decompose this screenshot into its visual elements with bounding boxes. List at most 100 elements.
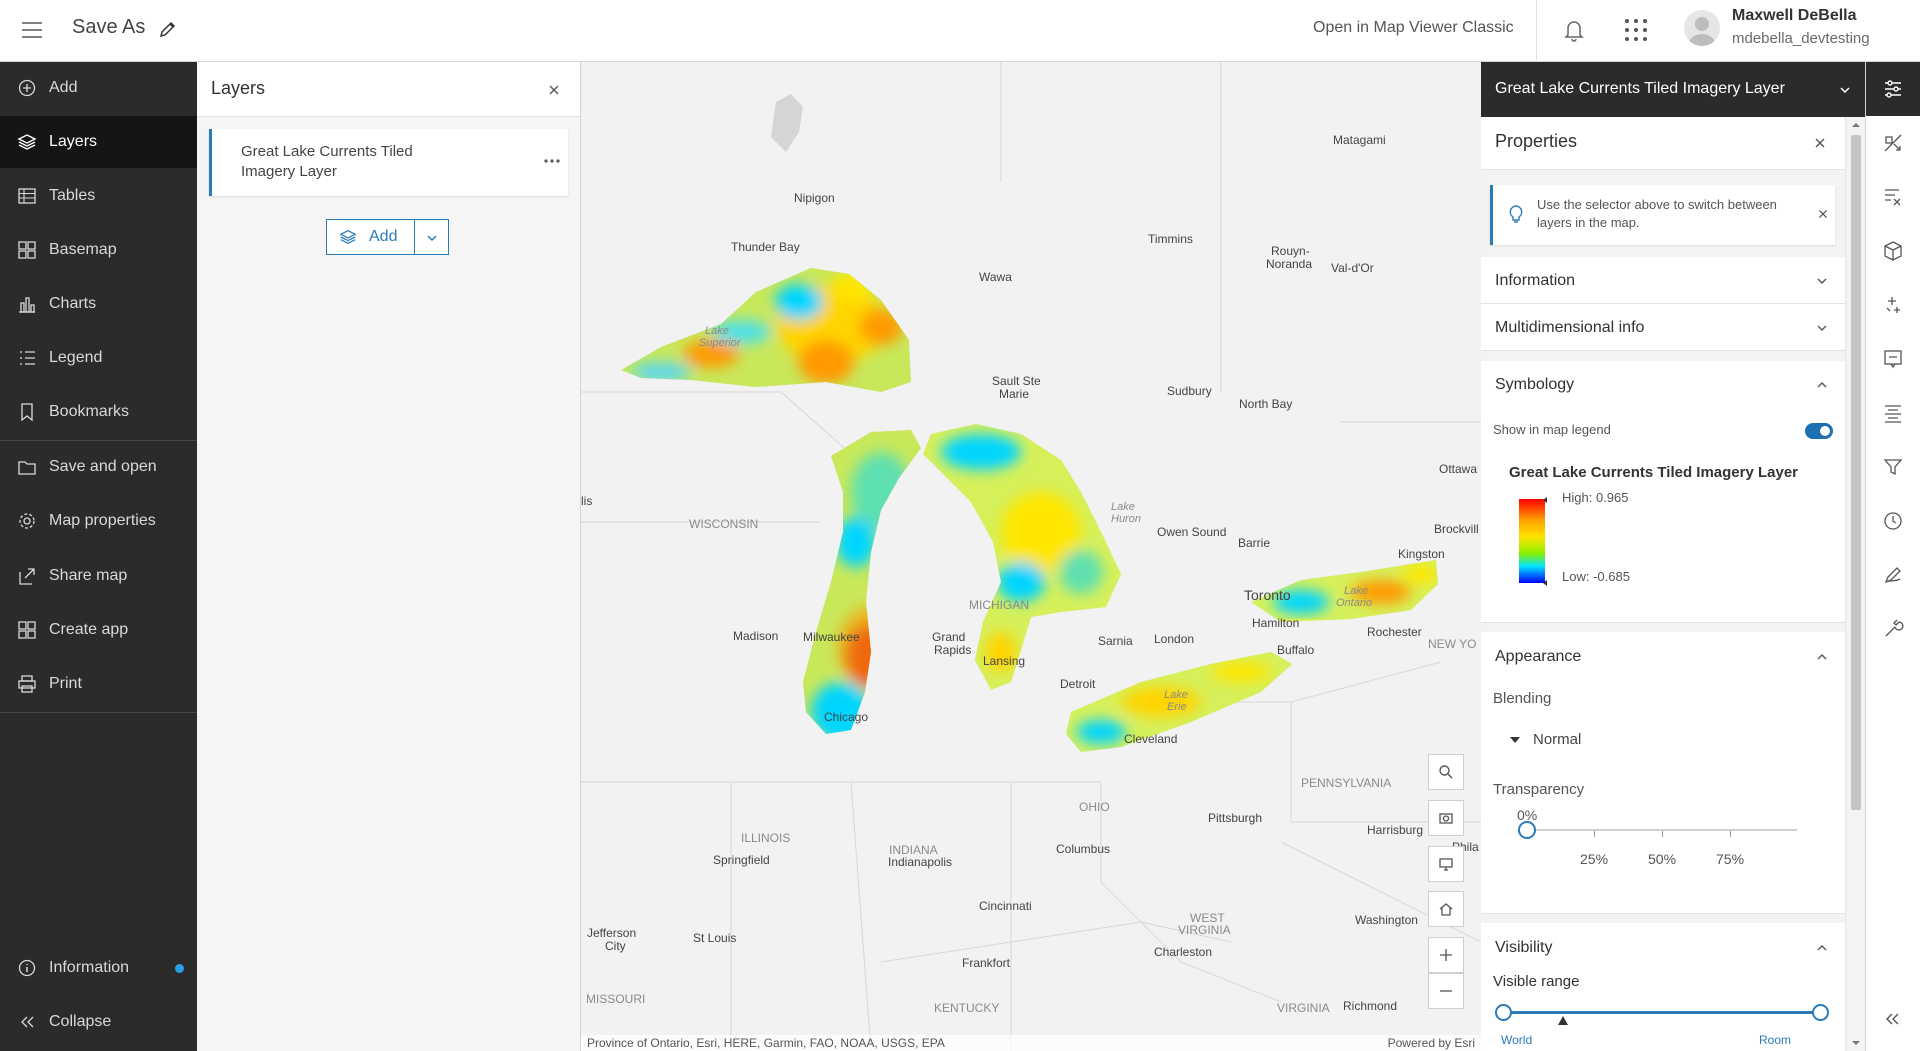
nav-item-charts[interactable]: Charts <box>0 278 197 330</box>
range-min-thumb[interactable] <box>1495 1004 1512 1021</box>
nav-item-create-app[interactable]: Create app <box>0 604 197 656</box>
capture-button[interactable] <box>1428 800 1464 836</box>
bookmark-icon <box>21 403 33 422</box>
map-label: Ottawa <box>1439 462 1477 476</box>
app-launcher-icon[interactable] <box>1622 16 1650 44</box>
blending-select[interactable]: Normal <box>1509 728 1809 758</box>
effects-tool[interactable] <box>1866 278 1920 332</box>
settings-toolbar <box>1865 62 1920 1051</box>
map-view[interactable]: Matagami Nipigon Thunder Bay Timmins Rou… <box>581 62 1481 1051</box>
nav-divider <box>0 712 197 713</box>
collapse-button[interactable]: Collapse <box>0 996 197 1048</box>
map-label: Matagami <box>1333 133 1386 147</box>
nav-item-add[interactable]: Add <box>0 62 197 114</box>
map-label: Columbus <box>1056 842 1110 856</box>
nav-label: Tables <box>49 187 96 204</box>
chevron-up-icon[interactable] <box>1815 378 1829 392</box>
nav-item-tables[interactable]: Tables <box>0 170 197 222</box>
user-name[interactable]: Maxwell DeBella <box>1732 7 1857 25</box>
nav-label: Share map <box>49 567 128 584</box>
section-title: Information <box>1495 272 1576 289</box>
measure-tool[interactable] <box>1866 602 1920 656</box>
layer-selector[interactable]: Great Lake Currents Tiled Imagery Layer <box>1481 62 1865 117</box>
nav-item-information[interactable]: Information <box>0 942 197 994</box>
visible-range-track <box>1503 1011 1813 1014</box>
notifications-bell-icon[interactable] <box>1560 16 1588 44</box>
map-label: MISSOURI <box>586 992 645 1006</box>
user-avatar[interactable] <box>1684 10 1720 46</box>
nav-item-share-map[interactable]: Share map <box>0 550 197 602</box>
range-max-thumb[interactable] <box>1812 1004 1829 1021</box>
display-button[interactable] <box>1428 846 1464 882</box>
labels-tool[interactable] <box>1866 386 1920 440</box>
nav-item-save-open[interactable]: Save and open <box>0 441 197 493</box>
add-layer-button[interactable]: Add <box>326 219 415 255</box>
zoom-in-button[interactable] <box>1428 937 1464 973</box>
tick-mark <box>1662 831 1663 837</box>
more-options-icon[interactable] <box>542 157 562 165</box>
close-icon[interactable] <box>1811 134 1829 152</box>
nav-item-print[interactable]: Print <box>0 658 197 710</box>
multidimensional-section[interactable]: Multidimensional info <box>1481 304 1845 351</box>
close-icon[interactable] <box>1815 206 1833 224</box>
nav-label: Information <box>49 959 130 976</box>
map-label: Noranda <box>1266 257 1312 271</box>
print-icon <box>18 675 36 693</box>
map-label: Rouyn- <box>1271 244 1310 258</box>
map-label: Erie <box>1167 701 1187 713</box>
transparency-thumb[interactable] <box>1518 821 1536 839</box>
information-section[interactable]: Information <box>1481 257 1845 304</box>
add-icon <box>18 79 36 97</box>
chevron-up-icon[interactable] <box>1815 650 1829 664</box>
chart-icon <box>19 297 35 313</box>
home-button[interactable] <box>1428 891 1464 927</box>
scroll-up-icon[interactable] <box>1851 121 1861 129</box>
attribution-text[interactable]: Province of Ontario, Esri, HERE, Garmin,… <box>587 1036 945 1050</box>
search-button[interactable] <box>1428 754 1464 790</box>
pencil-icon[interactable] <box>158 19 178 39</box>
nav-item-basemap[interactable]: Basemap <box>0 224 197 276</box>
scroll-down-icon[interactable] <box>1851 1039 1861 1047</box>
range-max-select[interactable]: Room <box>1759 1033 1819 1047</box>
properties-tool[interactable] <box>1866 62 1920 116</box>
map-label: Lake <box>1344 585 1368 597</box>
sketch-tool[interactable] <box>1866 548 1920 602</box>
map-attribution: Province of Ontario, Esri, HERE, Garmin,… <box>581 1035 1481 1051</box>
popups-tool[interactable] <box>1866 332 1920 386</box>
range-min-select[interactable]: World <box>1501 1033 1561 1047</box>
zoom-out-button[interactable] <box>1428 973 1464 1009</box>
section-title[interactable]: Visibility <box>1495 939 1553 957</box>
section-title[interactable]: Symbology <box>1495 376 1574 394</box>
nav-item-bookmarks[interactable]: Bookmarks <box>0 386 197 438</box>
layer-item[interactable]: Great Lake Currents Tiled Imagery Layer <box>209 129 568 196</box>
show-legend-toggle[interactable] <box>1805 423 1833 439</box>
nav-label: Layers <box>49 133 98 150</box>
clock-icon <box>1884 512 1902 530</box>
scroll-thumb[interactable] <box>1851 135 1861 810</box>
nav-item-legend[interactable]: Legend <box>0 332 197 384</box>
chevron-up-icon[interactable] <box>1815 941 1829 955</box>
time-tool[interactable] <box>1866 494 1920 548</box>
map-label: Lake <box>705 325 729 337</box>
filter-tool[interactable] <box>1866 440 1920 494</box>
layers-panel-title: Layers <box>211 78 266 98</box>
menu-icon[interactable] <box>20 18 44 42</box>
properties-scrollbar[interactable] <box>1845 117 1865 1051</box>
nav-item-layers[interactable]: Layers <box>0 116 197 168</box>
nav-item-map-properties[interactable]: Map properties <box>0 495 197 547</box>
fields-tool[interactable] <box>1866 170 1920 224</box>
add-dropdown-button[interactable] <box>414 219 449 255</box>
powered-by[interactable]: Powered by Esri <box>1388 1036 1475 1050</box>
nav-label: Basemap <box>49 241 117 258</box>
open-classic-link[interactable]: Open in Map Viewer Classic <box>1313 19 1514 37</box>
section-title[interactable]: Appearance <box>1495 648 1581 666</box>
tick-label: 25% <box>1580 851 1609 867</box>
model-tool[interactable] <box>1866 224 1920 278</box>
legend-low: Low: -0.685 <box>1562 569 1630 584</box>
expand-toolbar-button[interactable] <box>1866 992 1920 1046</box>
nav-label: Create app <box>49 621 129 638</box>
styles-tool[interactable] <box>1866 116 1920 170</box>
map-title[interactable]: Save As <box>72 16 145 39</box>
close-icon[interactable] <box>545 81 563 99</box>
map-label: Ontario <box>1336 597 1372 609</box>
